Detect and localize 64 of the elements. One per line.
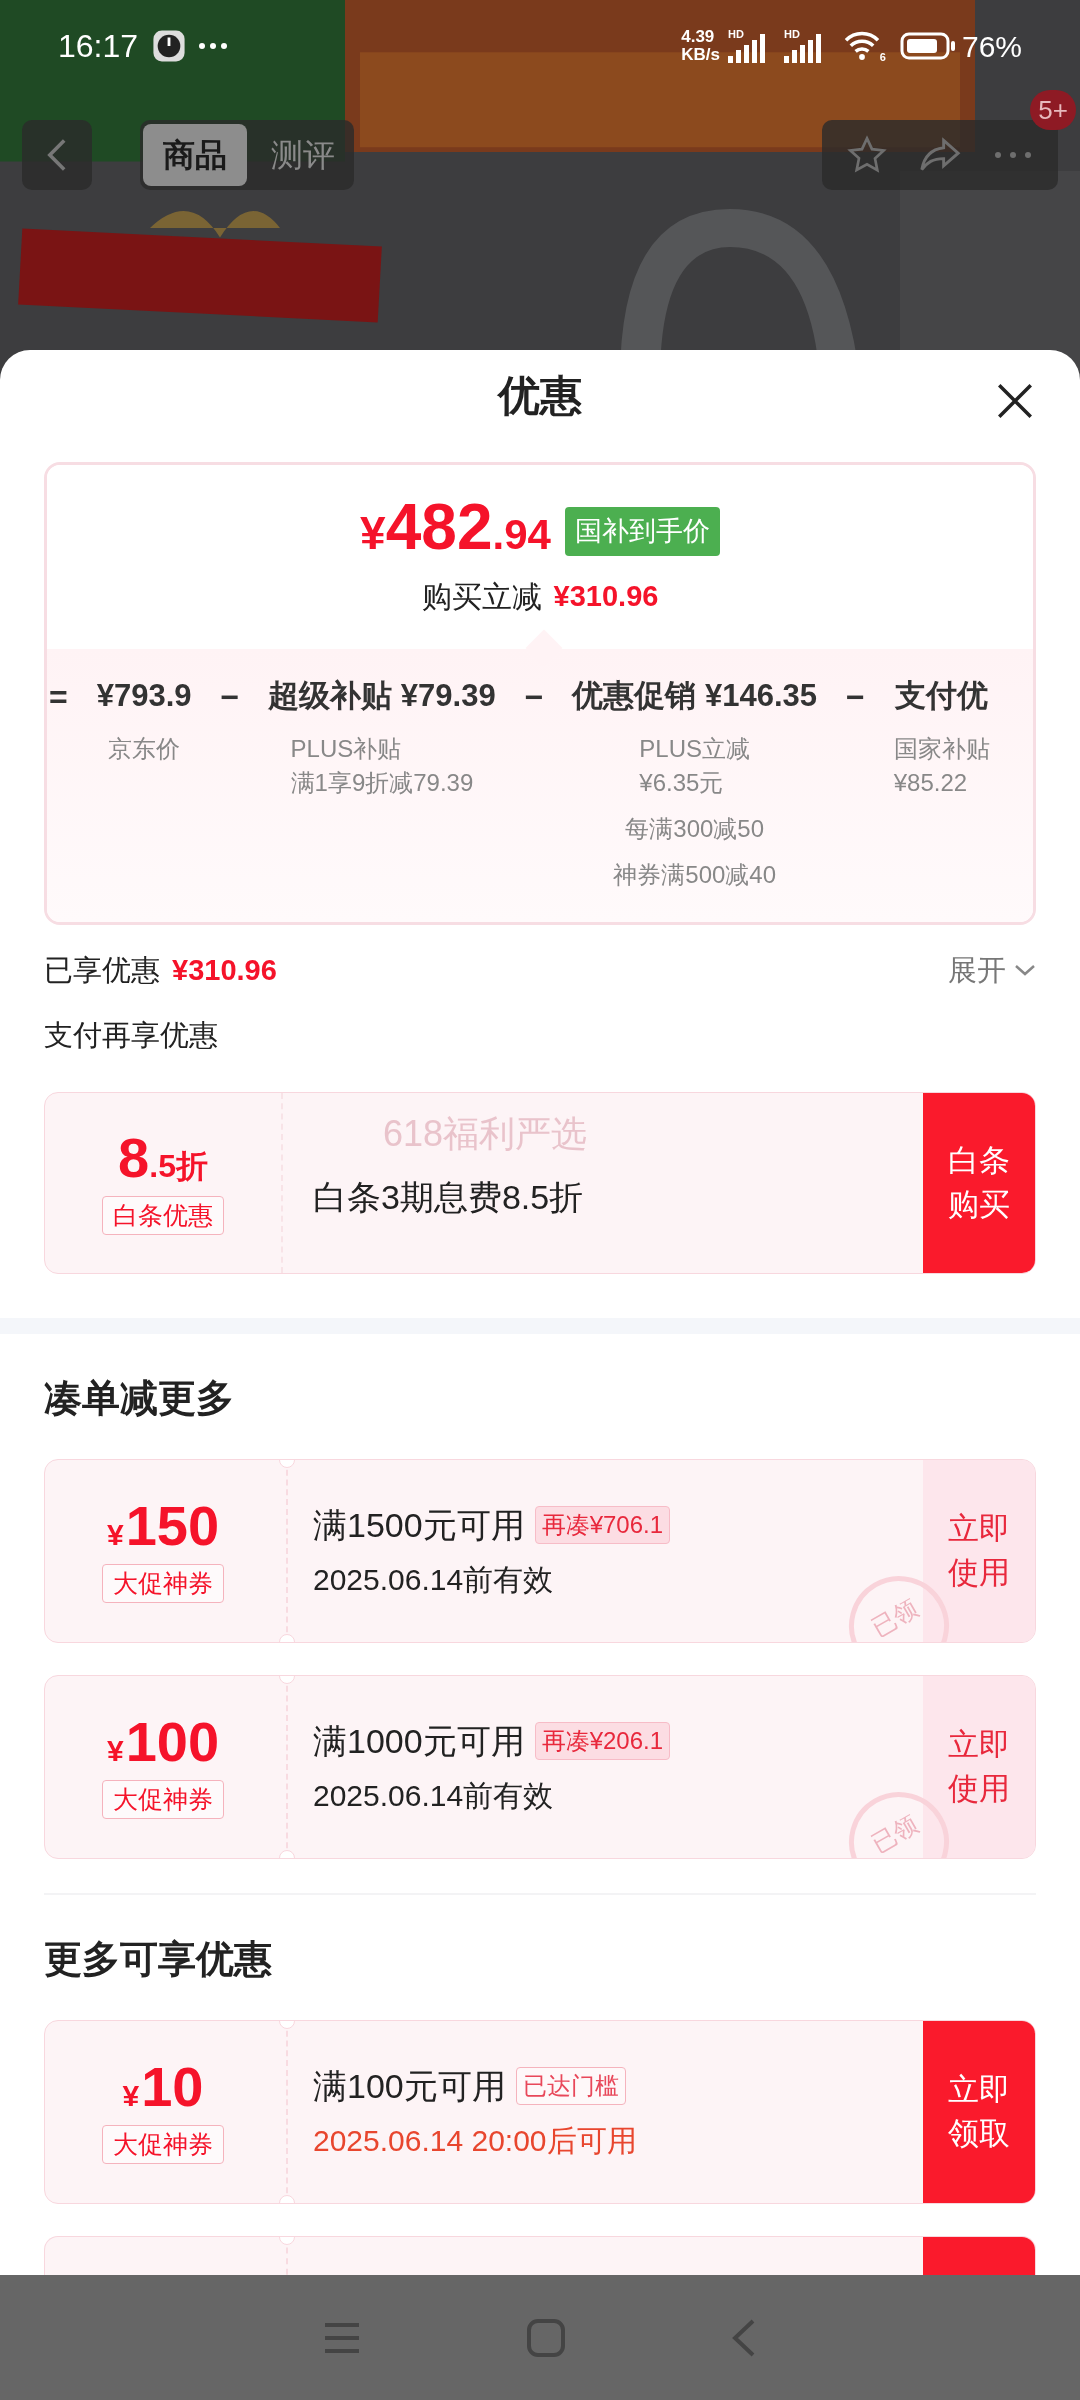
use-coupon-button[interactable]: 立即使用 bbox=[923, 1459, 1035, 1642]
coupon-chip: 已达门槛 bbox=[515, 2067, 626, 2105]
breakdown-item: 优惠促销 ¥146.35 bbox=[572, 677, 817, 715]
more-icon bbox=[198, 42, 229, 50]
coupon-tag: 大促神券 bbox=[102, 1779, 224, 1820]
breakdown-note: ¥85.22 bbox=[893, 767, 968, 798]
battery-percent: 76% bbox=[961, 28, 1022, 65]
breakdown-item: 超级补贴 ¥79.39 bbox=[268, 677, 496, 715]
coupon-validity: 2025.06.14前有效 bbox=[313, 1561, 555, 1598]
section-title: 更多可享优惠 bbox=[44, 1937, 272, 1980]
final-price: ¥482.94 bbox=[360, 495, 551, 565]
operator: = bbox=[49, 678, 68, 717]
coupon-title: 满100元可用 bbox=[313, 2065, 506, 2107]
section-subtitle: 支付再享优惠 bbox=[44, 1019, 218, 1051]
clock-icon bbox=[152, 29, 187, 63]
saving-label: 购买立减 bbox=[421, 579, 542, 615]
coupon-tag: 白条优惠 bbox=[102, 1195, 224, 1236]
coupon-amount: ¥100 bbox=[106, 1713, 220, 1770]
coupon-chip: 再凑¥706.1 bbox=[534, 1506, 671, 1544]
breakdown-note: 满1享9折减79.39 bbox=[290, 767, 474, 798]
tab[interactable]: 测评 bbox=[255, 124, 351, 186]
battery-icon bbox=[899, 31, 956, 61]
operator: − bbox=[846, 678, 865, 717]
breakdown-note: PLUS补贴 bbox=[290, 733, 402, 764]
use-coupon-button[interactable]: 立即使用 bbox=[923, 1675, 1035, 1858]
network-speed: 4.39 KB/s bbox=[681, 28, 720, 64]
price-badge: 国补到手价 bbox=[564, 507, 720, 556]
sheet-title: 优惠 bbox=[498, 370, 582, 421]
baitiao-buy-button[interactable]: 白条购买 bbox=[923, 1092, 1035, 1273]
coupon-tag: 大促神券 bbox=[102, 1563, 224, 1604]
breakdown-item: ¥793.9 bbox=[96, 677, 192, 715]
more-icon[interactable] bbox=[992, 151, 1033, 159]
breakdown-item: 支付优 bbox=[895, 677, 989, 715]
breakdown-note: 京东价 bbox=[108, 733, 181, 764]
star-icon[interactable] bbox=[847, 135, 888, 175]
breakdown-note: PLUS立减 bbox=[639, 733, 750, 764]
enjoyed-label: 已享优惠 bbox=[44, 952, 160, 988]
discount-value: 8.5折 bbox=[118, 1129, 208, 1186]
coupon-title: 满1500元可用 bbox=[313, 1504, 525, 1546]
breakdown-note: 每满300减50 bbox=[625, 813, 765, 844]
coupon-amount: ¥10 bbox=[122, 2058, 204, 2115]
coupon-tag: 大促神券 bbox=[102, 2124, 224, 2165]
coupon-validity: 2025.06.14 20:00后可用 bbox=[313, 2122, 638, 2159]
chevron-down-icon bbox=[1014, 963, 1036, 978]
operator: − bbox=[220, 678, 240, 717]
coupon-title: 满1000元可用 bbox=[313, 1720, 525, 1762]
tab[interactable]: 商品 bbox=[143, 124, 247, 186]
time: 16:17 bbox=[58, 27, 139, 66]
breakdown-note: 国家补贴 bbox=[893, 733, 990, 764]
coupon-amount: ¥150 bbox=[106, 1497, 220, 1554]
saving-amount: ¥310.96 bbox=[553, 578, 659, 614]
enjoyed-amount: ¥310.96 bbox=[172, 952, 277, 988]
coupon-validity: 2025.06.14前有效 bbox=[313, 1777, 555, 1814]
breakdown-note: 神券满500减40 bbox=[613, 859, 777, 890]
coupon-chip: 再凑¥206.1 bbox=[534, 1722, 671, 1760]
breakdown-note: ¥6.35元 bbox=[639, 767, 724, 798]
home-icon[interactable] bbox=[526, 2317, 566, 2358]
operator: − bbox=[524, 678, 544, 717]
offer-title: 白条3期息费8.5折 bbox=[313, 1177, 584, 1218]
section-title: 凑单减更多 bbox=[44, 1376, 234, 1419]
menu-icon[interactable] bbox=[322, 2320, 361, 2355]
use-coupon-button[interactable]: 立即领取 bbox=[923, 2020, 1035, 2203]
back-button[interactable] bbox=[22, 120, 92, 190]
expand-button[interactable]: 展开 bbox=[948, 948, 1036, 992]
